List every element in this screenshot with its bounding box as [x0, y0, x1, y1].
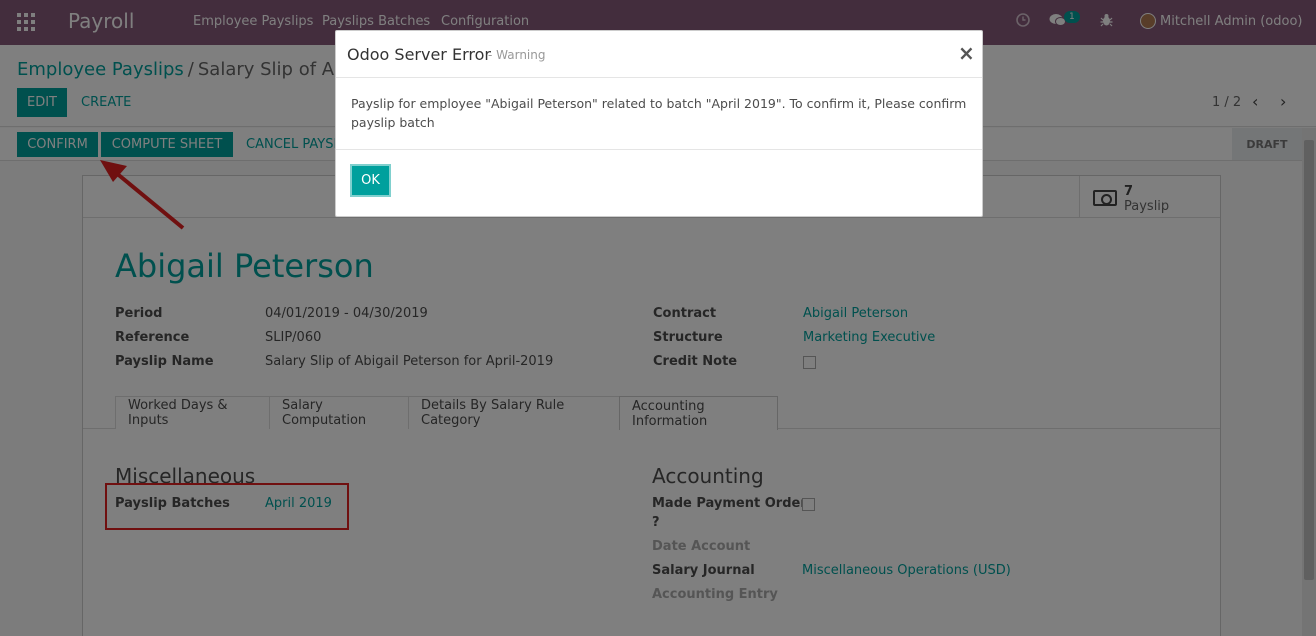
dialog-message: Payslip for employee "Abigail Peterson" … — [351, 96, 967, 130]
dialog-footer: OK — [336, 149, 982, 217]
ok-button[interactable]: OK — [350, 164, 391, 197]
close-icon[interactable]: × — [958, 41, 975, 65]
error-dialog: Odoo Server Error - Warning × Payslip fo… — [335, 30, 983, 217]
dialog-header: Odoo Server Error - Warning × — [336, 31, 982, 78]
dialog-subtitle: - Warning — [488, 48, 546, 62]
dialog-title: Odoo Server Error — [347, 45, 491, 64]
